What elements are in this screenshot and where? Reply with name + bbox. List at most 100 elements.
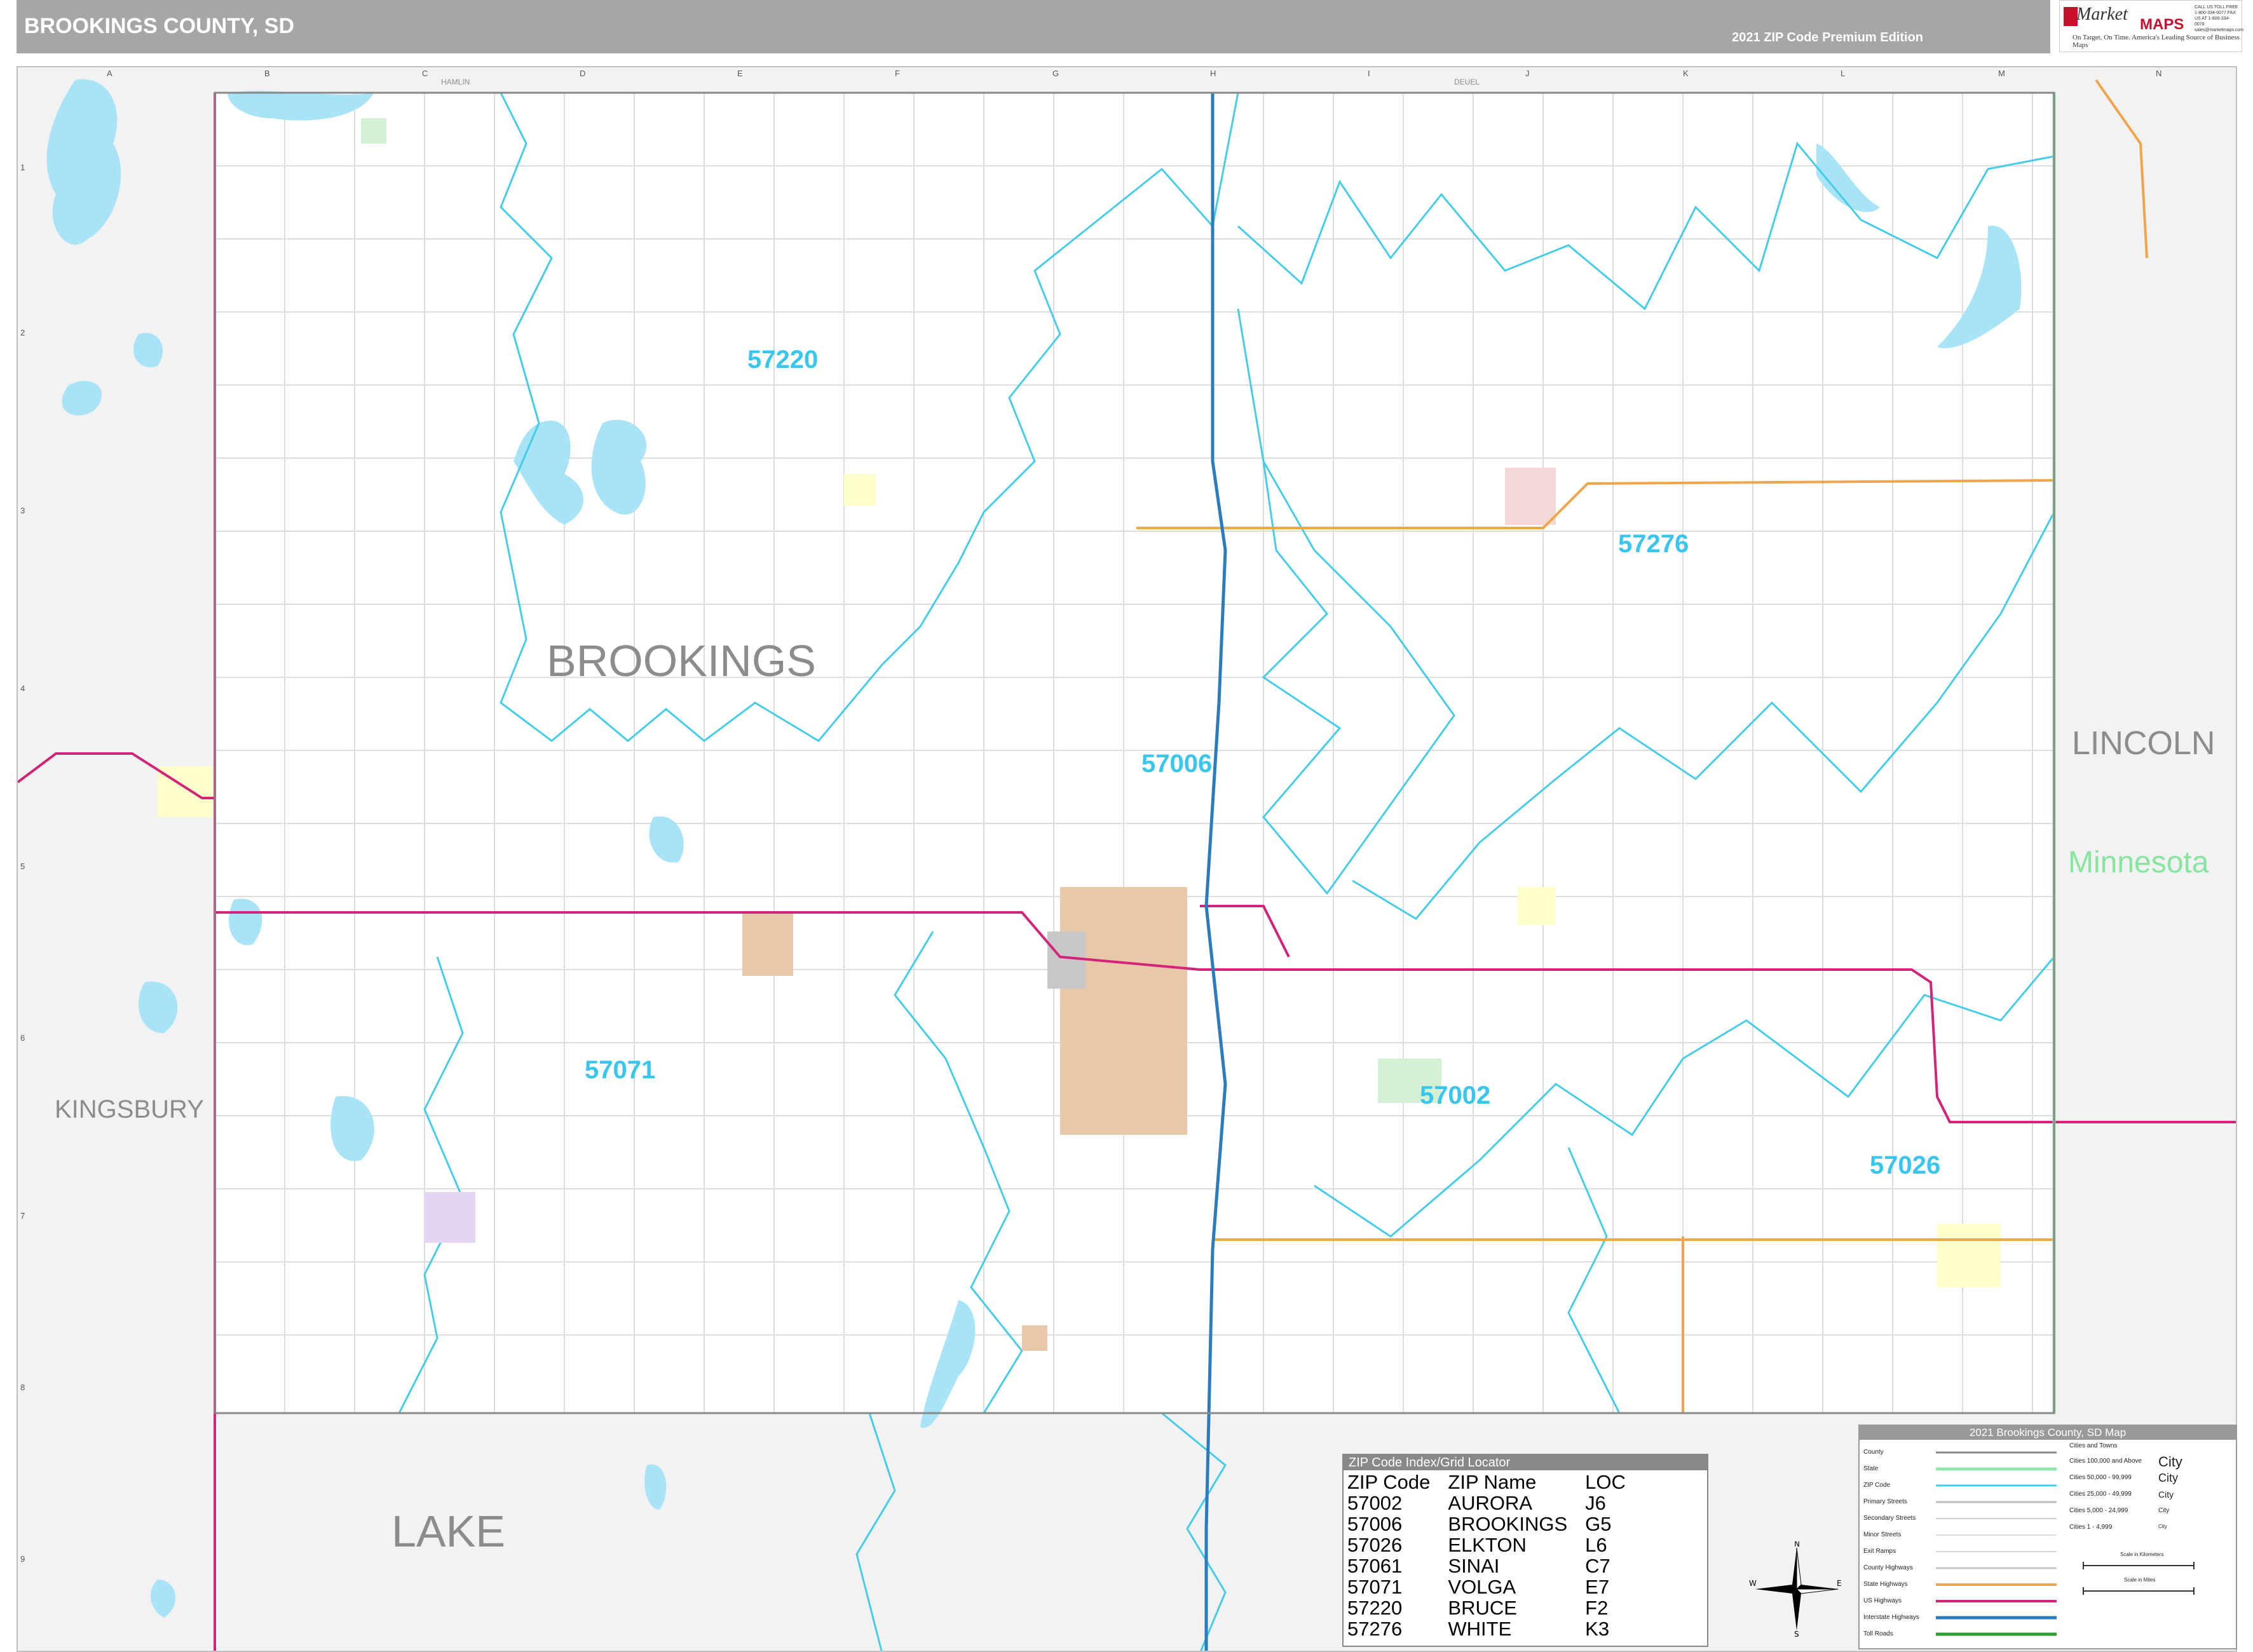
table-row[interactable]: 57220 BRUCE F2 bbox=[1347, 1597, 1644, 1618]
legend-item-zip: ZIP Code bbox=[1863, 1482, 1891, 1489]
zip-name-cell: SINAI bbox=[1448, 1555, 1500, 1577]
logo-contact: CALL US TOLL FREE 1-800-334-0077 FAX US … bbox=[2195, 5, 2244, 32]
zip-name-cell: BROOKINGS bbox=[1448, 1513, 1568, 1535]
legend-item-us-hwy: US Highways bbox=[1863, 1597, 1902, 1604]
grid-col-g: G bbox=[1052, 69, 1059, 78]
zip-loc-cell: K3 bbox=[1585, 1618, 1610, 1640]
county-label-kingsbury: KINGSBURY bbox=[55, 1095, 204, 1123]
compass-n: N bbox=[1794, 1541, 1800, 1548]
zip-index-col-zip: ZIP Code bbox=[1347, 1471, 1431, 1493]
edition-label: 2021 ZIP Code Premium Edition bbox=[1732, 30, 1923, 44]
grid-col-m: M bbox=[1998, 69, 2005, 78]
grid-col-d: D bbox=[580, 69, 586, 78]
table-row[interactable]: 57026 ELKTON L6 bbox=[1347, 1534, 1644, 1555]
map-legend: 2021 Brookings County, SD Map County Sta… bbox=[1858, 1425, 2237, 1649]
legend-item-state: State bbox=[1863, 1465, 1879, 1472]
legend-item-county-hwy: County Highways bbox=[1863, 1564, 1913, 1571]
zip-label-57002[interactable]: 57002 bbox=[1420, 1081, 1490, 1110]
logo-brand-bottom: MAPS bbox=[2140, 16, 2184, 33]
county-label-hamlin: HAMLIN bbox=[441, 78, 470, 86]
legend-scale-km: Scale in Kilometers bbox=[2120, 1552, 2164, 1557]
zip-code-cell: 57276 bbox=[1347, 1618, 1403, 1640]
grid-row-6: 6 bbox=[20, 1033, 25, 1043]
map-frame[interactable]: BROOKINGS KINGSBURY LAKE LINCOLN H A M L I N … bbox=[17, 66, 2237, 1652]
zip-code-cell: 57006 bbox=[1347, 1513, 1403, 1535]
legend-title: 2021 Brookings County, SD Map bbox=[1860, 1426, 2236, 1440]
legend-scale-mi: Scale in Miles bbox=[2124, 1577, 2156, 1583]
county-label-lake: LAKE bbox=[391, 1506, 505, 1556]
grid-row-9: 9 bbox=[20, 1554, 25, 1564]
county-label-lincoln: LINCOLN bbox=[2072, 725, 2216, 762]
lake-poinsett-area bbox=[361, 118, 386, 144]
legend-city-sample-3: City bbox=[2158, 1489, 2174, 1500]
zip-label-57071[interactable]: 57071 bbox=[585, 1056, 655, 1085]
zip-loc-cell: E7 bbox=[1585, 1576, 1610, 1598]
grid-col-c: C bbox=[422, 69, 428, 78]
zip-index-col-name: ZIP Name bbox=[1448, 1471, 1537, 1493]
grid-row-8: 8 bbox=[20, 1383, 25, 1392]
logo-tagline: On Target, On Time. America's Leading So… bbox=[2073, 34, 2240, 49]
legend-city-range-2: Cities 50,000 - 99,999 bbox=[2069, 1474, 2132, 1481]
map-canvas[interactable] bbox=[18, 67, 2237, 1652]
county-label-brookings: BROOKINGS bbox=[547, 636, 816, 686]
legend-city-range-3: Cities 25,000 - 49,999 bbox=[2069, 1491, 2132, 1498]
table-row[interactable]: 57006 BROOKINGS G5 bbox=[1347, 1513, 1644, 1534]
elkton-city-area bbox=[1937, 1224, 2001, 1287]
zip-loc-cell: C7 bbox=[1585, 1555, 1610, 1577]
zip-code-cell: 57002 bbox=[1347, 1492, 1403, 1514]
zip-label-57006[interactable]: 57006 bbox=[1141, 750, 1212, 778]
legend-cities-header: Cities and Towns bbox=[2069, 1442, 2118, 1449]
zip-index-title: ZIP Code Index/Grid Locator bbox=[1344, 1455, 1707, 1470]
county-label-deuel: DEUEL bbox=[1454, 78, 1480, 86]
volga-city-area bbox=[742, 912, 793, 976]
header-bar: BROOKINGS COUNTY, SD 2021 ZIP Code Premi… bbox=[17, 0, 2050, 53]
legend-item-state-hwy: State Highways bbox=[1863, 1581, 1908, 1588]
bruce-city-area bbox=[844, 474, 876, 506]
zip-label-57026[interactable]: 57026 bbox=[1870, 1151, 1940, 1180]
logo-mark-icon bbox=[2064, 7, 2078, 26]
brookings-city-area bbox=[1060, 887, 1187, 1135]
compass-s: S bbox=[1794, 1630, 1799, 1637]
compass-w: W bbox=[1749, 1579, 1757, 1588]
grid-col-k: K bbox=[1683, 69, 1689, 78]
publisher-logo[interactable]: Market MAPS On Target, On Time. America'… bbox=[2059, 0, 2244, 52]
grid-col-i: I bbox=[1368, 69, 1370, 78]
legend-city-range-1: Cities 100,000 and Above bbox=[2069, 1458, 2142, 1465]
hamlin-deuel-strip bbox=[18, 67, 2236, 93]
table-row[interactable]: 57071 VOLGA E7 bbox=[1347, 1576, 1644, 1597]
legend-item-minor: Minor Streets bbox=[1863, 1531, 1902, 1538]
table-row[interactable]: 57002 AURORA J6 bbox=[1347, 1493, 1644, 1513]
grid-row-4: 4 bbox=[20, 684, 25, 693]
grid-row-5: 5 bbox=[20, 862, 25, 871]
zip-index-col-loc: LOC bbox=[1585, 1471, 1626, 1493]
legend-city-range-5: Cities 1 - 4,999 bbox=[2069, 1524, 2113, 1531]
zip-index-header-row: ZIP Code ZIP Name LOC bbox=[1347, 1472, 1644, 1493]
zip-label-57220[interactable]: 57220 bbox=[747, 346, 818, 374]
zip-name-cell: AURORA bbox=[1448, 1492, 1533, 1514]
grid-col-a: A bbox=[107, 69, 112, 78]
logo-brand-top: Market bbox=[2076, 4, 2128, 24]
legend-item-exit: Exit Ramps bbox=[1863, 1548, 1896, 1555]
scale-bar-km bbox=[2083, 1562, 2195, 1569]
zip-loc-cell: F2 bbox=[1585, 1597, 1609, 1619]
zip-index-table: ZIP Code ZIP Name LOC 57002 AURORA J6 57… bbox=[1347, 1472, 1644, 1639]
compass-e: E bbox=[1837, 1579, 1842, 1588]
zip-name-cell: WHITE bbox=[1448, 1618, 1512, 1640]
grid-col-j: J bbox=[1525, 69, 1530, 78]
zip-code-cell: 57061 bbox=[1347, 1555, 1403, 1577]
table-row[interactable]: 57061 SINAI C7 bbox=[1347, 1555, 1644, 1576]
legend-city-sample-5: City bbox=[2158, 1524, 2167, 1529]
grid-col-b: B bbox=[264, 69, 270, 78]
bushnell-city-area bbox=[1518, 887, 1556, 925]
zip-code-cell: 57071 bbox=[1347, 1576, 1403, 1598]
zip-loc-cell: J6 bbox=[1585, 1492, 1606, 1514]
grid-col-e: E bbox=[737, 69, 743, 78]
legend-item-primary: Primary Streets bbox=[1863, 1498, 1907, 1505]
table-row[interactable]: 57276 WHITE K3 bbox=[1347, 1618, 1644, 1639]
state-label-minnesota: Minnesota bbox=[2068, 846, 2209, 879]
legend-item-toll: Toll Roads bbox=[1863, 1630, 1893, 1637]
brookings-county-area bbox=[215, 93, 2054, 1413]
zip-label-57276[interactable]: 57276 bbox=[1618, 530, 1689, 559]
zip-code-cell: 57220 bbox=[1347, 1597, 1403, 1619]
zip-code-cell: 57026 bbox=[1347, 1534, 1403, 1556]
